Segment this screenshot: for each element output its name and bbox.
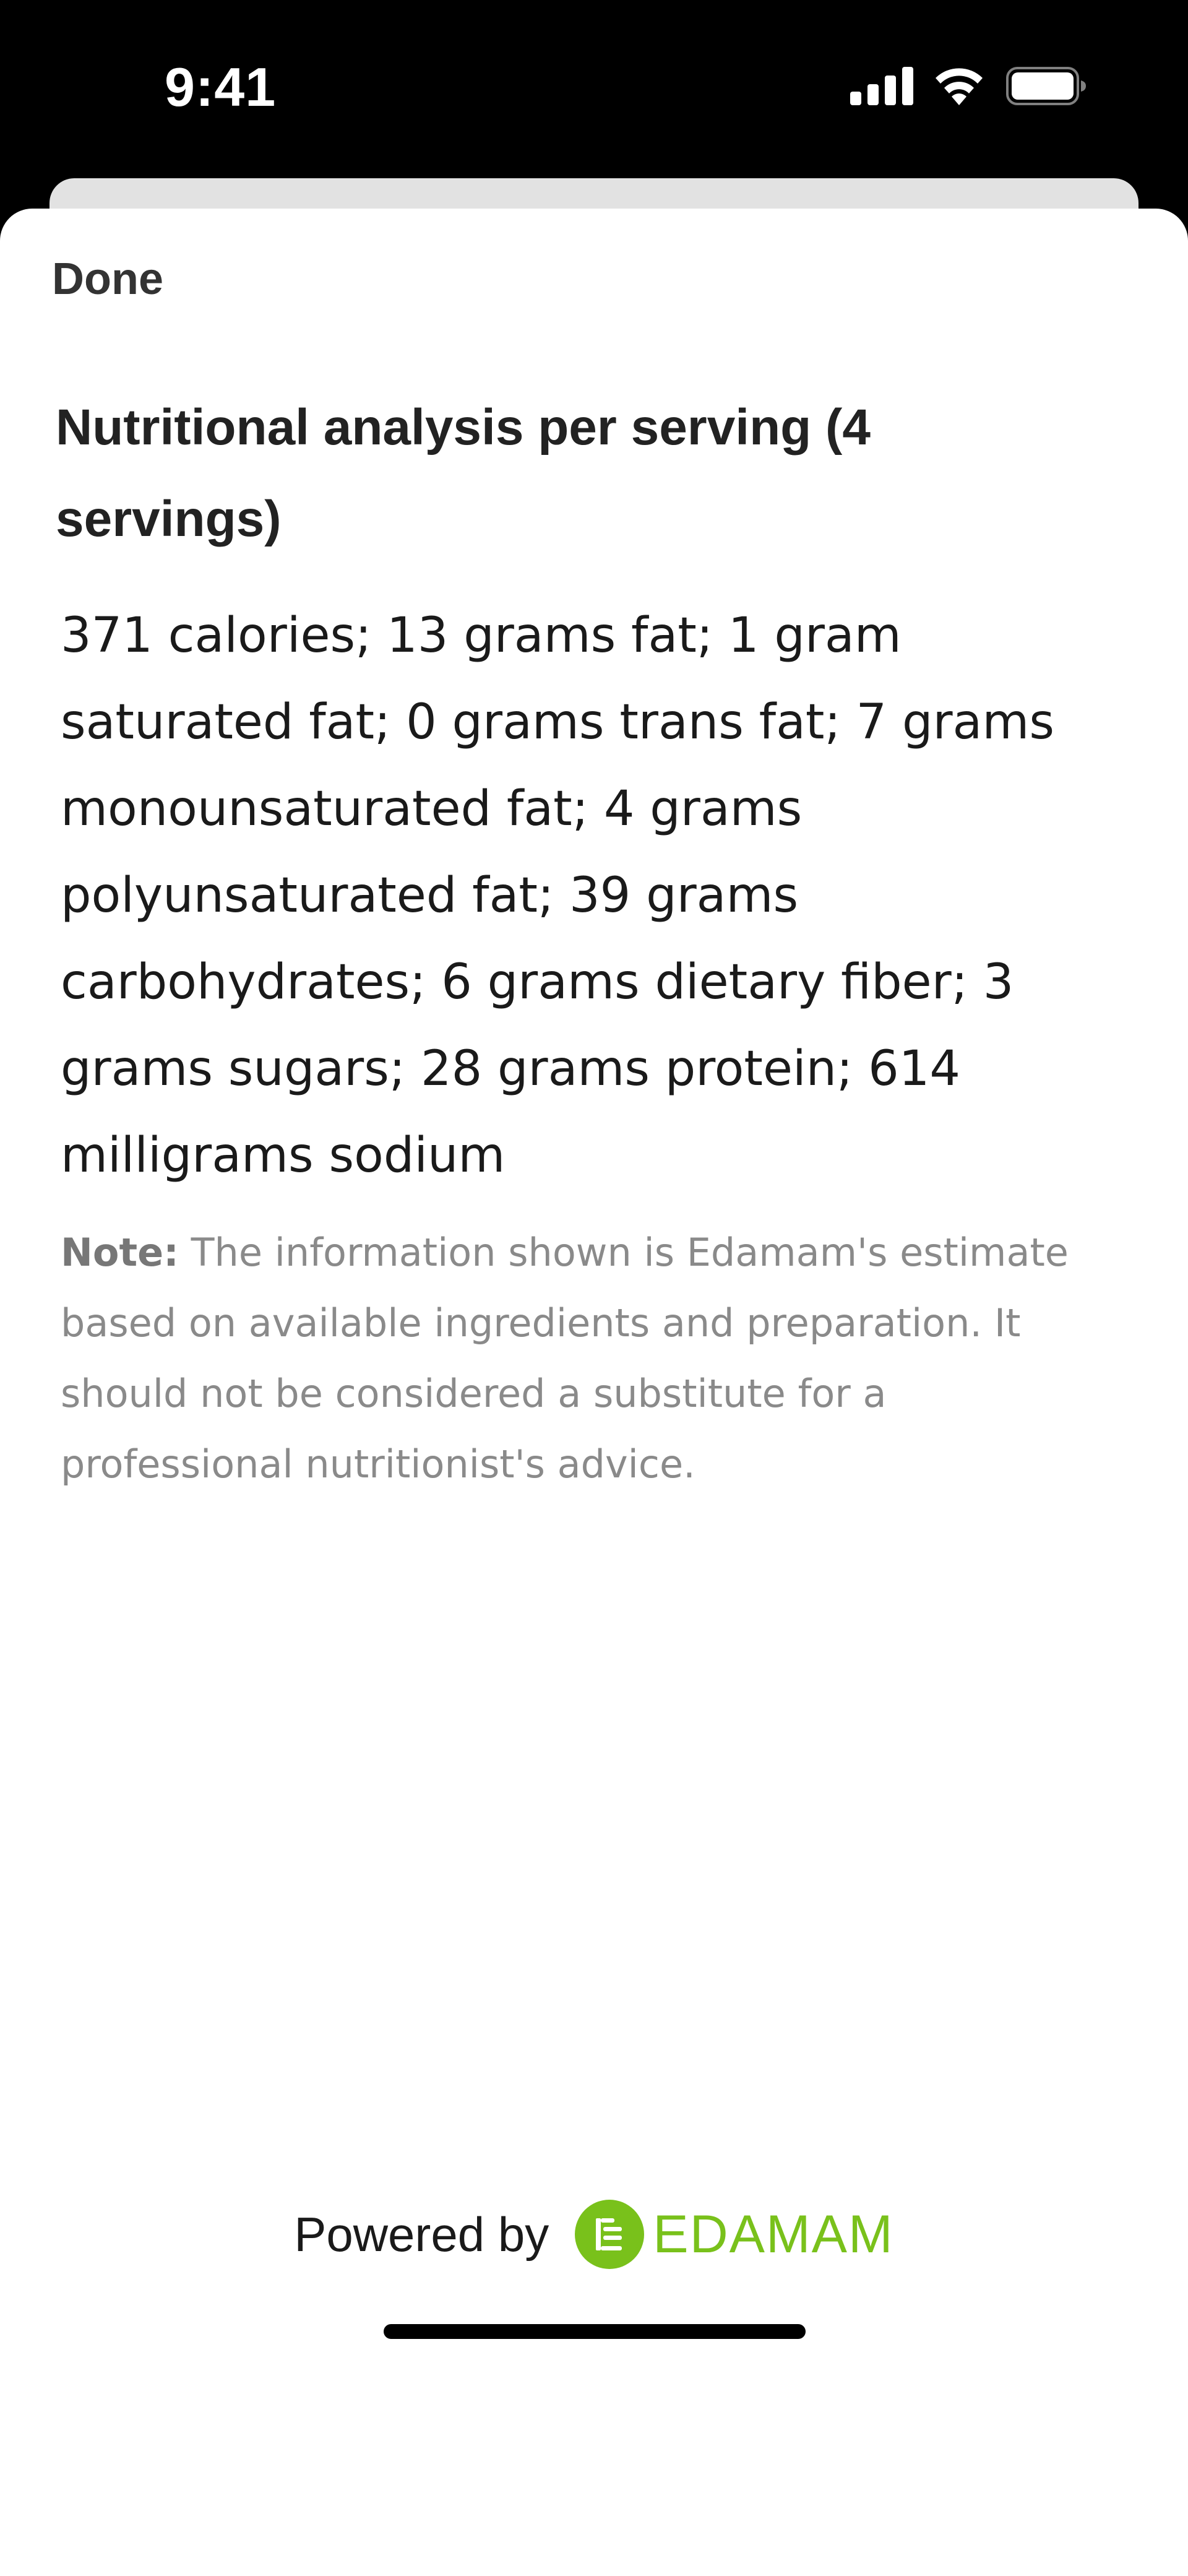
powered-by-edamam[interactable]: Powered by EDAMAM — [0, 2194, 1188, 2275]
page-title: Nutritional analysis per serving (4 serv… — [56, 399, 871, 547]
status-time: 9:41 — [165, 56, 277, 118]
battery-icon — [1006, 67, 1086, 105]
home-indicator[interactable] — [384, 2324, 806, 2339]
note-text: The information shown is Edamam's estima… — [61, 1230, 1069, 1487]
powered-by-label: Powered by — [294, 2206, 549, 2262]
cellular-signal-icon — [850, 67, 913, 105]
wifi-icon — [936, 68, 983, 105]
note-label: Note: — [61, 1230, 179, 1275]
disclaimer-note: Note: The information shown is Edamam's … — [61, 1217, 1113, 1500]
status-bar: 9:41 — [0, 0, 1188, 179]
done-button[interactable]: Done — [52, 254, 163, 305]
edamam-logo-icon — [575, 2200, 645, 2269]
nutrition-facts: 371 calories; 13 grams fat; 1 gram satur… — [61, 608, 1054, 1183]
edamam-brand: EDAMAM — [653, 2204, 894, 2264]
